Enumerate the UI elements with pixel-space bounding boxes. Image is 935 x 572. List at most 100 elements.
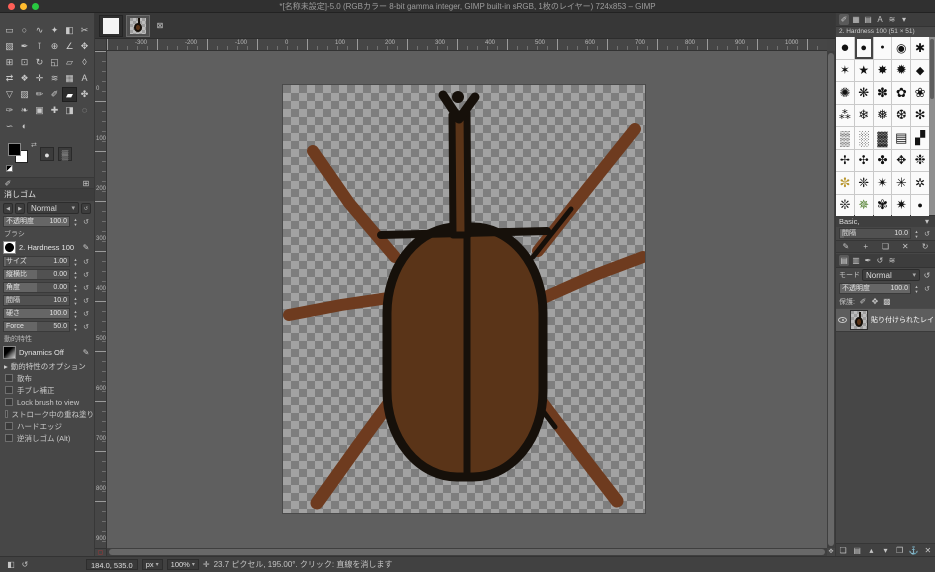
tool-option-4-reset-icon[interactable]: ↺ xyxy=(81,310,91,318)
horizontal-scrollbar-thumb[interactable] xyxy=(109,549,825,555)
tool-pencil[interactable]: ✏ xyxy=(32,87,47,102)
tool-cage-transform[interactable]: ▦ xyxy=(62,71,77,86)
brush-cell-4[interactable]: ✱ xyxy=(911,37,929,59)
mode-forward-icon[interactable]: ▶ xyxy=(15,202,25,214)
tool-foreground-select[interactable]: ▧ xyxy=(2,39,17,54)
tool-paintbrush[interactable]: ✐ xyxy=(47,87,62,102)
dynamics-selector[interactable]: Dynamics Off ✎ xyxy=(0,344,94,360)
opacity-spinner[interactable]: ▲ ▼ xyxy=(72,217,79,227)
tool-airbrush[interactable]: ✤ xyxy=(77,87,92,102)
tool-select-by-color[interactable]: ◧ xyxy=(62,23,77,38)
layers-dock-tab-2[interactable]: ✒ xyxy=(863,255,873,266)
tool-gradient[interactable]: ▨ xyxy=(17,87,32,102)
layer-mode-select[interactable]: Normal ▾ xyxy=(862,269,920,281)
brushes-dock-tab-4[interactable]: ≋ xyxy=(887,14,897,25)
tool-scale[interactable]: ◱ xyxy=(47,55,62,70)
default-colors-icon[interactable] xyxy=(6,165,13,172)
layers-footer-icon-0[interactable]: ❏ xyxy=(838,545,848,556)
brush-cell-26[interactable]: ✣ xyxy=(854,149,873,171)
brush-cell-7[interactable]: ✸ xyxy=(873,59,892,81)
brush-cell-8[interactable]: ✹ xyxy=(892,59,911,81)
tool-option-3-spin-down-icon[interactable]: ▼ xyxy=(72,301,79,306)
dynamics-options-expander[interactable]: ▸ 動的特性のオプション xyxy=(0,360,94,372)
tool-handle-transform[interactable]: ✛ xyxy=(32,71,47,86)
tool-option-1-spinner[interactable]: ▲ ▼ xyxy=(72,270,79,280)
paint-mode-select[interactable]: Normal ▾ xyxy=(27,202,79,214)
lock-icon-0[interactable]: ✐ xyxy=(858,296,868,307)
layer-mode-reset-icon[interactable]: ↺ xyxy=(922,270,932,281)
brush-cell-29[interactable]: ❉ xyxy=(911,149,929,171)
tool-option-check-3[interactable]: ストローク中の重ね塗り xyxy=(0,408,94,420)
brush-cell-33[interactable]: ✳ xyxy=(892,172,911,194)
edit-dynamics-icon[interactable]: ✎ xyxy=(81,347,91,358)
tool-ellipse-select[interactable]: ○ xyxy=(17,23,32,38)
navigation-button[interactable]: ✥ xyxy=(827,548,835,556)
zoom-window-button[interactable] xyxy=(32,3,39,10)
active-pattern-indicator[interactable]: ▒ xyxy=(58,147,72,161)
brush-cell-31[interactable]: ❈ xyxy=(854,172,873,194)
brush-grid-scrollbar[interactable] xyxy=(929,37,935,215)
tool-option-0-slider[interactable]: サイズ 1.00 xyxy=(3,256,70,267)
brush-cell-34[interactable]: ✲ xyxy=(911,172,929,194)
tool-color-picker[interactable]: ⊺ xyxy=(32,39,47,54)
layer-opacity-reset-icon[interactable]: ↺ xyxy=(922,285,932,293)
brush-cell-37[interactable]: ✾ xyxy=(873,194,892,216)
tool-unified-transform[interactable]: ❖ xyxy=(17,71,32,86)
lock-icon-1[interactable]: ✥ xyxy=(870,296,880,307)
tool-option-check-4[interactable]: ハードエッジ xyxy=(0,420,94,432)
tool-rotate[interactable]: ↻ xyxy=(32,55,47,70)
brush-cell-17[interactable]: ❅ xyxy=(873,104,892,126)
tool-align[interactable]: ⊞ xyxy=(2,55,17,70)
tool-option-4-spin-down-icon[interactable]: ▼ xyxy=(72,314,79,319)
layer-visibility-icon[interactable] xyxy=(838,317,847,323)
tool-dodge-burn[interactable]: ◐ xyxy=(17,119,32,134)
vertical-scrollbar-thumb[interactable] xyxy=(828,53,834,546)
layers-footer-icon-6[interactable]: ✕ xyxy=(923,545,933,556)
layers-footer-icon-3[interactable]: ▾ xyxy=(880,545,890,556)
brushes-dock-tab-3[interactable]: A xyxy=(875,14,885,25)
layer-opacity-spinner[interactable]: ▲ ▼ xyxy=(913,284,920,294)
mode-reset-icon[interactable]: ↺ xyxy=(81,202,91,214)
foreground-color-swatch[interactable] xyxy=(8,143,21,156)
tool-option-5-spin-down-icon[interactable]: ▼ xyxy=(72,327,79,332)
tool-option-5-reset-icon[interactable]: ↺ xyxy=(81,323,91,331)
edit-brush-icon[interactable]: ✎ xyxy=(81,242,91,253)
brush-cell-27[interactable]: ✤ xyxy=(873,149,892,171)
layer-opacity-slider[interactable]: 不透明度 100.0 xyxy=(839,283,911,294)
tool-paths[interactable]: ✒ xyxy=(17,39,32,54)
brush-cell-19[interactable]: ✻ xyxy=(911,104,929,126)
tool-blur-sharpen[interactable]: ◌ xyxy=(77,103,92,118)
tool-option-check-1[interactable]: 手ブレ補正 xyxy=(0,384,94,396)
tool-perspective-clone[interactable]: ◨ xyxy=(62,103,77,118)
tool-ink[interactable]: ✑ xyxy=(2,103,17,118)
tool-crop[interactable]: ⊡ xyxy=(17,55,32,70)
brush-cell-14[interactable]: ❀ xyxy=(911,82,929,104)
tool-option-0-spin-down-icon[interactable]: ▼ xyxy=(72,262,79,267)
tool-option-check-5[interactable]: 逆消しゴム (Alt) xyxy=(0,432,94,444)
horizontal-scrollbar[interactable] xyxy=(107,548,827,556)
brush-spacing-slider[interactable]: 間隔 10.0 xyxy=(839,228,911,239)
brush-cell-23[interactable]: ▤ xyxy=(892,127,911,149)
tool-flip[interactable]: ⇄ xyxy=(2,71,17,86)
tool-option-4-slider[interactable]: 硬さ 100.0 xyxy=(3,308,70,319)
lock-icon-2[interactable]: ▩ xyxy=(882,296,892,307)
tool-bucket-fill[interactable]: ▽ xyxy=(2,87,17,102)
tool-free-select[interactable]: ∿ xyxy=(32,23,47,38)
brush-cell-28[interactable]: ✥ xyxy=(892,149,911,171)
brush-cell-6[interactable]: ★ xyxy=(854,59,873,81)
layers-footer-icon-4[interactable]: ❐ xyxy=(895,545,905,556)
brush-cell-24[interactable]: ▞ xyxy=(911,127,929,149)
brush-action-icon-0[interactable]: ✎ xyxy=(841,241,851,252)
brush-action-icon-4[interactable]: ↻ xyxy=(920,241,930,252)
tabstrip-menu-icon[interactable]: ⊠ xyxy=(155,20,165,31)
image-tab-2[interactable] xyxy=(126,14,150,37)
tool-shear[interactable]: ▱ xyxy=(62,55,77,70)
brush-cell-10[interactable]: ✺ xyxy=(836,82,854,104)
brush-cell-9[interactable]: ◆ xyxy=(911,59,929,81)
tool-option-1-reset-icon[interactable]: ↺ xyxy=(81,271,91,279)
brush-cell-18[interactable]: ❆ xyxy=(892,104,911,126)
tool-option-2-spinner[interactable]: ▲ ▼ xyxy=(72,283,79,293)
brush-spacing-spin-down-icon[interactable]: ▼ xyxy=(913,234,920,239)
tool-rect-select[interactable]: ▭ xyxy=(2,23,17,38)
layers-footer-icon-2[interactable]: ▴ xyxy=(866,545,876,556)
